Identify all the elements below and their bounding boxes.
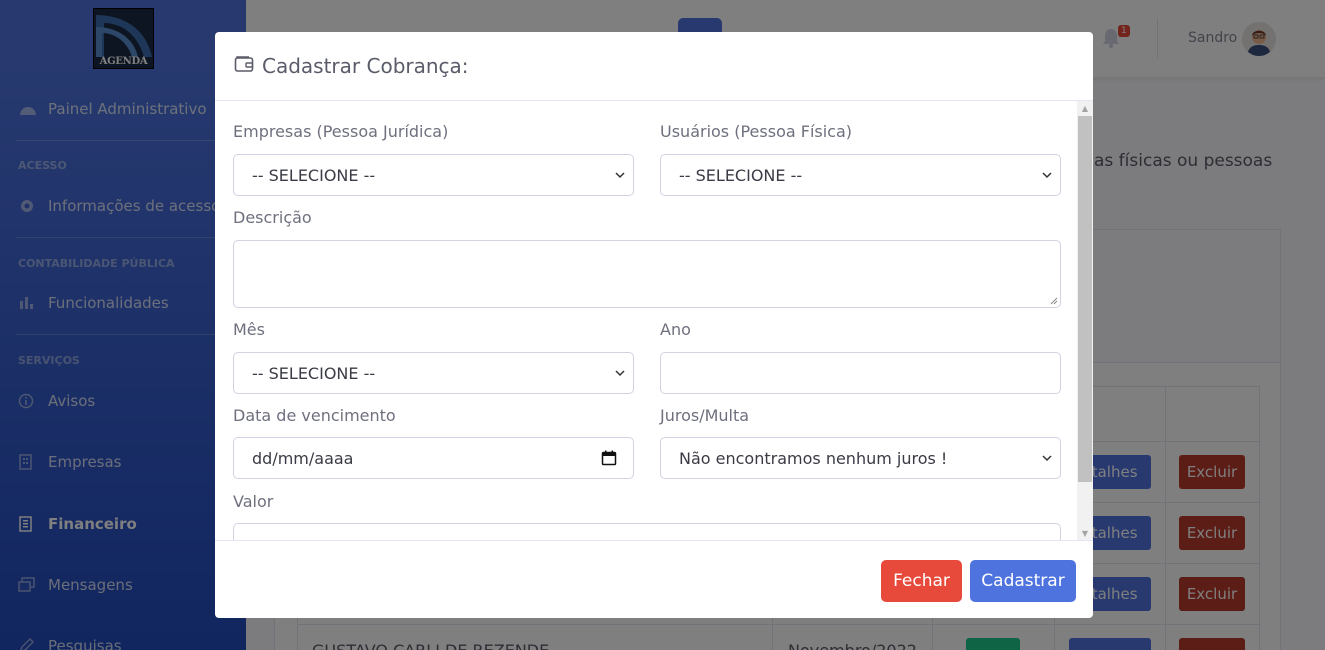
modal-scrollbar[interactable]: ▲ ▼ [1077,101,1093,540]
vencimento-label: Data de vencimento [233,406,396,425]
modal-body: Empresas (Pessoa Jurídica) -- SELECIONE … [215,101,1077,540]
mes-select[interactable]: -- SELECIONE -- [233,352,634,394]
juros-select-value: Não encontramos nenhum juros ! [679,448,948,468]
modal-footer: Fechar Cadastrar [215,540,1093,618]
close-button[interactable]: Fechar [881,560,962,602]
modal-title: Cadastrar Cobrança: [262,54,469,78]
empresas-select-value: -- SELECIONE -- [252,165,376,185]
empresas-select[interactable]: -- SELECIONE -- [233,154,634,196]
empresas-label: Empresas (Pessoa Jurídica) [233,122,449,141]
usuarios-label: Usuários (Pessoa Física) [660,122,853,141]
modal-header: Cadastrar Cobrança: [215,32,1093,101]
resize-handle-icon[interactable] [1050,297,1058,305]
scroll-up-icon[interactable]: ▲ [1077,101,1093,115]
mes-label: Mês [233,320,265,339]
mes-select-value: -- SELECIONE -- [252,363,376,383]
chevron-down-icon [1042,172,1052,179]
chevron-down-icon [615,370,625,377]
valor-label: Valor [233,492,274,511]
juros-select[interactable]: Não encontramos nenhum juros ! [660,437,1061,479]
billing-modal: Cadastrar Cobrança: Empresas (Pessoa Jur… [215,32,1093,618]
scroll-down-icon[interactable]: ▼ [1077,526,1093,540]
wallet-icon [234,55,254,77]
chevron-down-icon [1042,455,1052,462]
vencimento-placeholder: dd/mm/aaaa [252,448,354,468]
vencimento-date-input[interactable]: dd/mm/aaaa [233,437,634,479]
ano-input[interactable] [660,352,1061,394]
descricao-textarea[interactable] [233,240,1061,308]
ano-label: Ano [660,320,691,339]
submit-button[interactable]: Cadastrar [970,560,1076,602]
juros-label: Juros/Multa [660,406,750,425]
calendar-icon[interactable] [601,450,617,466]
valor-input[interactable] [233,523,1061,540]
scrollbar-thumb[interactable] [1078,116,1092,482]
chevron-down-icon [615,172,625,179]
descricao-label: Descrição [233,208,312,227]
usuarios-select-value: -- SELECIONE -- [679,165,803,185]
usuarios-select[interactable]: -- SELECIONE -- [660,154,1061,196]
